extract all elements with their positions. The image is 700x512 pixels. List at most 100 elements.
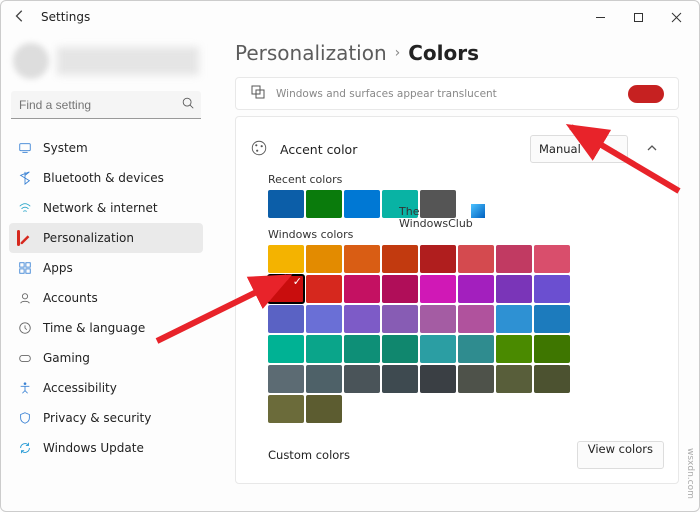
color-swatch[interactable] <box>458 245 494 273</box>
color-swatch[interactable] <box>534 275 570 303</box>
color-swatch[interactable] <box>496 335 532 363</box>
color-swatch[interactable] <box>458 335 494 363</box>
update-icon <box>17 440 33 456</box>
sidebar: System Bluetooth & devices Network & inter… <box>1 33 211 511</box>
sidebar-item-accounts[interactable]: Accounts <box>9 283 203 313</box>
color-swatch[interactable] <box>268 395 304 423</box>
titlebar: Settings <box>1 1 699 33</box>
personalization-icon <box>17 230 33 246</box>
color-swatch[interactable] <box>268 245 304 273</box>
color-swatch[interactable] <box>268 335 304 363</box>
palette-icon <box>250 139 268 160</box>
accent-mode-value: Manual <box>539 142 581 156</box>
sidebar-item-label: Bluetooth & devices <box>43 171 164 185</box>
color-swatch[interactable] <box>382 305 418 333</box>
color-swatch[interactable] <box>420 275 456 303</box>
credit-text: wsxdn.com <box>685 448 695 499</box>
color-swatch[interactable] <box>382 275 418 303</box>
time-icon <box>17 320 33 336</box>
color-swatch[interactable] <box>344 245 380 273</box>
color-swatch[interactable] <box>306 275 342 303</box>
color-swatch[interactable] <box>534 305 570 333</box>
sidebar-item-privacy[interactable]: Privacy & security <box>9 403 203 433</box>
color-swatch[interactable] <box>268 275 304 303</box>
color-swatch[interactable] <box>458 305 494 333</box>
color-swatch[interactable] <box>420 305 456 333</box>
breadcrumb-current: Colors <box>408 41 479 65</box>
sidebar-item-update[interactable]: Windows Update <box>9 433 203 463</box>
sidebar-item-label: System <box>43 141 88 155</box>
sidebar-item-apps[interactable]: Apps <box>9 253 203 283</box>
search-icon <box>181 96 195 113</box>
color-swatch[interactable] <box>382 365 418 393</box>
system-icon <box>17 140 33 156</box>
sidebar-item-label: Accessibility <box>43 381 117 395</box>
color-swatch[interactable] <box>420 365 456 393</box>
sidebar-item-bluetooth[interactable]: Bluetooth & devices <box>9 163 203 193</box>
color-swatch[interactable] <box>306 305 342 333</box>
color-swatch[interactable] <box>306 365 342 393</box>
chevron-right-icon: › <box>395 45 401 61</box>
color-swatch[interactable] <box>496 305 532 333</box>
sidebar-item-label: Network & internet <box>43 201 158 215</box>
sidebar-item-label: Privacy & security <box>43 411 151 425</box>
color-swatch[interactable] <box>382 335 418 363</box>
color-swatch[interactable] <box>268 305 304 333</box>
color-swatch[interactable] <box>534 365 570 393</box>
color-swatch[interactable] <box>382 245 418 273</box>
sidebar-item-label: Time & language <box>43 321 145 335</box>
transparency-card[interactable]: Windows and surfaces appear translucent <box>235 77 679 110</box>
watermark-logo <box>471 204 485 218</box>
search-input[interactable] <box>11 91 201 119</box>
sidebar-item-network[interactable]: Network & internet <box>9 193 203 223</box>
recent-color-swatch[interactable] <box>268 190 304 218</box>
breadcrumb: Personalization › Colors <box>235 41 679 65</box>
color-swatch[interactable] <box>306 395 342 423</box>
sidebar-item-system[interactable]: System <box>9 133 203 163</box>
recent-color-swatch[interactable] <box>344 190 380 218</box>
color-swatch[interactable] <box>534 335 570 363</box>
close-button[interactable] <box>657 3 695 31</box>
color-swatch[interactable] <box>496 365 532 393</box>
back-button[interactable] <box>13 9 37 26</box>
accent-mode-select[interactable]: Manual ⌄ <box>530 135 628 163</box>
account-name-blurred <box>57 47 199 75</box>
recent-color-swatch[interactable] <box>306 190 342 218</box>
profile-block[interactable] <box>13 43 199 79</box>
view-colors-button[interactable]: View colors <box>577 441 664 469</box>
accessibility-icon <box>17 380 33 396</box>
minimize-button[interactable] <box>581 3 619 31</box>
color-swatch[interactable] <box>496 275 532 303</box>
breadcrumb-parent[interactable]: Personalization <box>235 41 387 65</box>
color-swatch[interactable] <box>344 365 380 393</box>
color-swatch[interactable] <box>420 335 456 363</box>
color-swatch[interactable] <box>458 365 494 393</box>
color-swatch[interactable] <box>344 275 380 303</box>
sidebar-item-time[interactable]: Time & language <box>9 313 203 343</box>
sidebar-item-personalization[interactable]: Personalization <box>9 223 203 253</box>
transparency-subtitle: Windows and surfaces appear translucent <box>276 88 497 100</box>
color-swatch[interactable] <box>268 365 304 393</box>
search-box[interactable] <box>11 91 201 119</box>
accent-card: Accent color Manual ⌄ Recent colors Wind… <box>235 116 679 484</box>
color-swatch[interactable] <box>534 245 570 273</box>
accounts-icon <box>17 290 33 306</box>
sidebar-item-label: Apps <box>43 261 73 275</box>
color-swatch[interactable] <box>420 245 456 273</box>
transparency-toggle[interactable] <box>628 85 664 103</box>
recent-colors-label: Recent colors <box>268 173 664 186</box>
color-swatch[interactable] <box>344 305 380 333</box>
maximize-button[interactable] <box>619 3 657 31</box>
color-swatch[interactable] <box>306 245 342 273</box>
color-swatch[interactable] <box>306 335 342 363</box>
sidebar-item-gaming[interactable]: Gaming <box>9 343 203 373</box>
color-swatch[interactable] <box>344 335 380 363</box>
color-swatch[interactable] <box>458 275 494 303</box>
collapse-button[interactable] <box>640 142 664 157</box>
sidebar-item-accessibility[interactable]: Accessibility <box>9 373 203 403</box>
color-swatch[interactable] <box>496 245 532 273</box>
windows-colors-grid <box>268 245 664 423</box>
avatar <box>13 43 49 79</box>
custom-colors-label: Custom colors <box>268 448 350 462</box>
window-title: Settings <box>41 10 90 24</box>
